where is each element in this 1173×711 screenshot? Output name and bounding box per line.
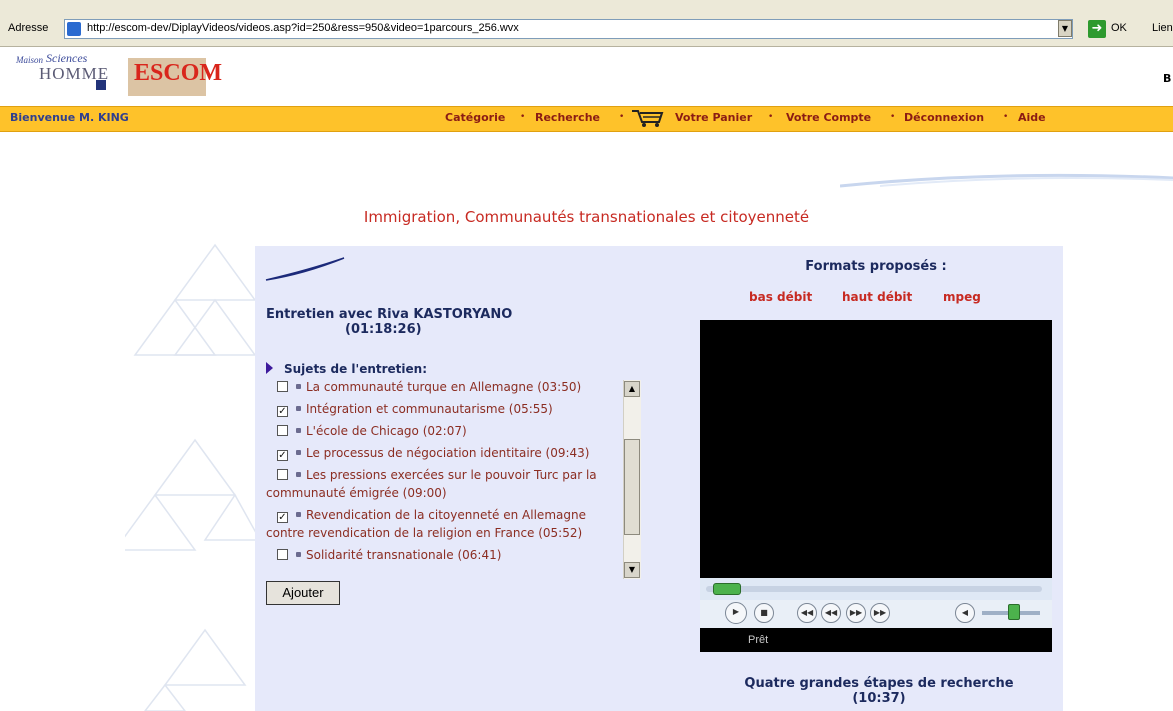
play-icon[interactable]: ▶ xyxy=(725,602,747,624)
nav-bullet: • xyxy=(520,112,526,122)
header-corner-text: B xyxy=(1163,72,1172,85)
subject-label[interactable]: Intégration et communautarisme (05:55) xyxy=(306,402,553,416)
logo-escom-text: ESCOM xyxy=(134,60,223,86)
subject-checkbox[interactable]: ✓ xyxy=(277,450,288,461)
scroll-down-arrow-icon[interactable]: ▼ xyxy=(624,562,640,578)
bullet-icon xyxy=(296,406,301,411)
formats-title: Formats proposés : xyxy=(805,259,947,274)
interview-title: Entretien avec Riva KASTORYANO xyxy=(266,307,513,322)
nav-bullet: • xyxy=(890,112,896,122)
address-dropdown-button[interactable]: ▼ xyxy=(1058,20,1072,37)
mute-icon[interactable]: ◀ xyxy=(955,603,975,623)
links-label[interactable]: Lien xyxy=(1152,22,1173,34)
subject-label[interactable]: Revendication de la citoyenneté en Allem… xyxy=(266,508,586,540)
background-triangles xyxy=(125,243,260,711)
welcome-text: Bienvenue M. KING xyxy=(10,111,129,124)
nav-recherche[interactable]: Recherche xyxy=(535,111,600,124)
subject-item: Les pressions exercées sur le pouvoir Tu… xyxy=(266,464,623,504)
shopping-cart-icon[interactable] xyxy=(631,108,665,128)
address-label: Adresse xyxy=(8,22,49,34)
format-high-bandwidth[interactable]: haut débit xyxy=(842,290,912,304)
subjects-arrow-icon xyxy=(266,362,273,374)
nav-bullet: • xyxy=(1003,112,1009,122)
volume-thumb[interactable] xyxy=(1008,604,1020,620)
subject-item: La communauté turque en Allemagne (03:50… xyxy=(266,378,623,398)
bullet-icon xyxy=(296,512,301,517)
page-icon xyxy=(67,22,81,36)
subject-checkbox[interactable]: ✓ xyxy=(277,406,288,417)
video-screen[interactable] xyxy=(700,320,1052,578)
page-title: Immigration, Communautés transnationales… xyxy=(363,208,810,226)
next-video-duration: (10:37) xyxy=(852,691,906,706)
bullet-icon xyxy=(296,384,301,389)
subject-label[interactable]: L'école de Chicago (02:07) xyxy=(306,424,467,438)
player-status: Prêt xyxy=(748,634,769,646)
subjects-label: Sujets de l'entretien: xyxy=(284,362,427,376)
previous-icon[interactable]: ◀◀ xyxy=(797,603,817,623)
interview-duration: (01:18:26) xyxy=(345,322,422,337)
format-mpeg[interactable]: mpeg xyxy=(943,290,981,304)
seek-track[interactable] xyxy=(706,586,1042,592)
go-arrow-icon[interactable]: ➜ xyxy=(1088,20,1106,38)
bullet-icon xyxy=(296,428,301,433)
rewind-icon[interactable]: ◀◀ xyxy=(821,603,841,623)
subject-item: L'école de Chicago (02:07) xyxy=(266,420,623,442)
subject-item: ✓ Intégration et communautarisme (05:55) xyxy=(266,398,623,420)
scroll-up-arrow-icon[interactable]: ▲ xyxy=(624,381,640,397)
fast-forward-icon[interactable]: ▶▶ xyxy=(846,603,866,623)
decorative-swoosh xyxy=(840,173,1173,188)
address-url[interactable]: http://escom-dev/DiplayVideos/videos.asp… xyxy=(87,22,519,34)
seek-thumb[interactable] xyxy=(713,583,741,595)
next-icon[interactable]: ▶▶ xyxy=(870,603,890,623)
subject-label[interactable]: La communauté turque en Allemagne (03:50… xyxy=(306,380,581,394)
subject-label[interactable]: Le processus de négociation identitaire … xyxy=(306,446,590,460)
panel-swoosh-icon xyxy=(265,257,345,281)
subject-checkbox[interactable]: ✓ xyxy=(277,512,288,523)
next-video-title[interactable]: Quatre grandes étapes de recherche xyxy=(700,676,1058,691)
subject-checkbox[interactable] xyxy=(277,381,288,392)
nav-categorie[interactable]: Catégorie xyxy=(445,111,505,124)
subject-item: ✓ Revendication de la citoyenneté en Alle… xyxy=(266,504,623,544)
subject-label[interactable]: Les pressions exercées sur le pouvoir Tu… xyxy=(266,468,597,500)
add-button[interactable]: Ajouter xyxy=(266,581,340,605)
subject-checkbox[interactable] xyxy=(277,469,288,480)
go-button[interactable]: OK xyxy=(1111,22,1127,34)
bullet-icon xyxy=(296,472,301,477)
nav-deconnexion[interactable]: Déconnexion xyxy=(904,111,984,124)
scroll-thumb[interactable] xyxy=(624,439,640,535)
nav-votre-compte[interactable]: Votre Compte xyxy=(786,111,871,124)
subject-checkbox[interactable] xyxy=(277,425,288,436)
bullet-icon xyxy=(296,552,301,557)
subject-checkbox[interactable] xyxy=(277,549,288,560)
nav-aide[interactable]: Aide xyxy=(1018,111,1046,124)
nav-bullet: • xyxy=(768,112,774,122)
bullet-icon xyxy=(296,450,301,455)
nav-votre-panier[interactable]: Votre Panier xyxy=(675,111,752,124)
nav-bullet: • xyxy=(619,112,625,122)
subject-label[interactable]: Solidarité transnationale (06:41) xyxy=(306,548,501,562)
subjects-list[interactable]: La communauté turque en Allemagne (03:50… xyxy=(266,378,623,578)
logo-square xyxy=(96,80,106,90)
format-low-bandwidth[interactable]: bas débit xyxy=(749,290,812,304)
stop-icon[interactable]: ■ xyxy=(754,603,774,623)
subject-item: Solidarité transnationale (06:41) xyxy=(266,544,623,566)
subject-item: ✓ Le processus de négociation identitaire… xyxy=(266,442,623,464)
